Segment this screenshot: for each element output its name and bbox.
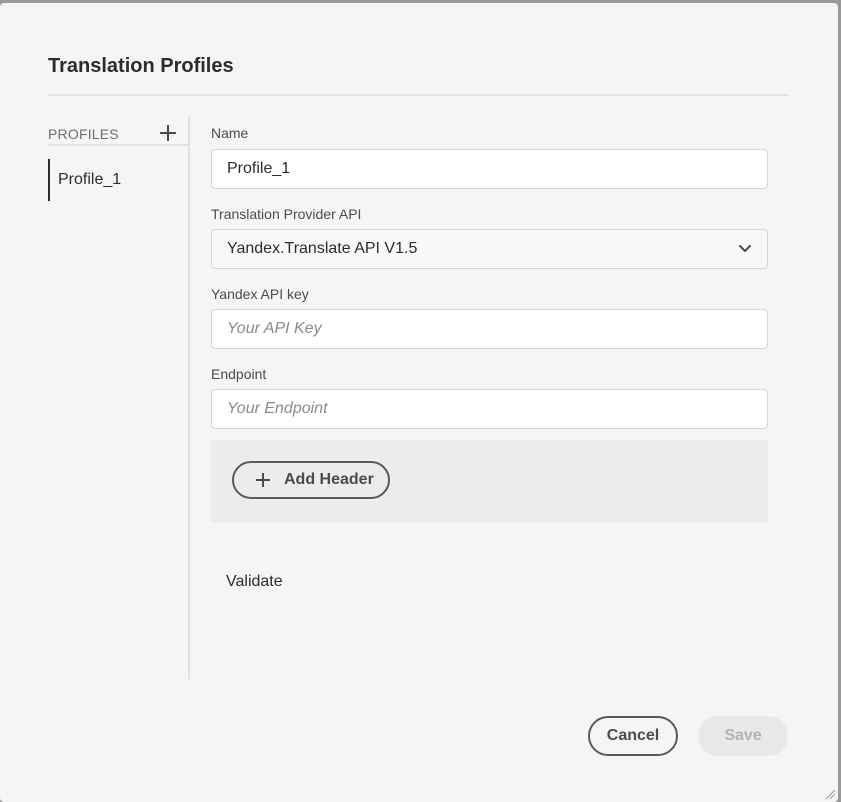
plus-icon xyxy=(160,125,176,141)
add-profile-button[interactable] xyxy=(156,122,180,144)
title-divider xyxy=(48,94,788,96)
sidebar-item-profile-1[interactable]: Profile_1 xyxy=(48,159,188,201)
cancel-button[interactable]: Cancel xyxy=(588,716,678,756)
profiles-header-label: PROFILES xyxy=(48,126,119,142)
endpoint-label: Endpoint xyxy=(211,366,267,382)
add-header-button[interactable]: Add Header xyxy=(232,461,390,499)
resize-handle-icon[interactable] xyxy=(824,788,836,800)
validate-button[interactable]: Validate xyxy=(226,573,283,591)
provider-label: Translation Provider API xyxy=(211,206,362,222)
sidebar-header: PROFILES xyxy=(48,116,188,146)
name-label: Name xyxy=(211,125,249,141)
translation-profiles-dialog: Translation Profiles PROFILES Profile_1 … xyxy=(0,3,838,802)
provider-select[interactable]: Yandex.Translate API V1.5 xyxy=(211,229,768,269)
chevron-down-icon xyxy=(738,242,752,256)
api-key-input[interactable] xyxy=(211,309,768,349)
provider-selected-value: Yandex.Translate API V1.5 xyxy=(227,240,418,257)
save-button[interactable]: Save xyxy=(698,716,788,756)
endpoint-input[interactable] xyxy=(211,389,768,429)
profile-item-label: Profile_1 xyxy=(58,171,122,188)
add-header-label: Add Header xyxy=(284,471,374,488)
profiles-sidebar: PROFILES Profile_1 xyxy=(48,116,190,679)
api-key-label: Yandex API key xyxy=(211,286,309,302)
plus-icon xyxy=(256,473,270,487)
name-input[interactable] xyxy=(211,149,768,189)
dialog-title: Translation Profiles xyxy=(48,55,234,77)
headers-panel: Add Header xyxy=(211,440,768,522)
